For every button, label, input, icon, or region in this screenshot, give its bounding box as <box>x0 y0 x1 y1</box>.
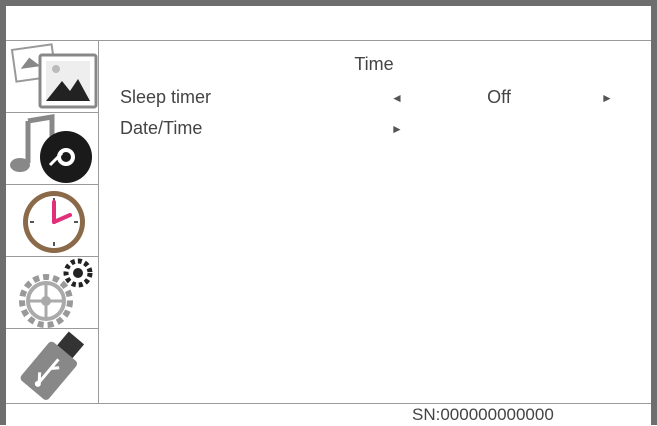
sleep-timer-value: Off <box>487 87 511 107</box>
sidebar-item-clock[interactable] <box>6 185 98 257</box>
top-bar <box>6 6 651 41</box>
photo-icon <box>10 43 98 109</box>
sidebar-item-music[interactable] <box>6 113 98 185</box>
status-bar: SN:000000000000 <box>6 403 651 426</box>
menu-title: Time <box>354 54 394 74</box>
sidebar-item-settings[interactable] <box>6 257 98 329</box>
settings-icon <box>19 258 93 328</box>
sidebar-item-photo[interactable] <box>6 41 98 113</box>
sidebar <box>6 41 99 403</box>
music-icon <box>10 114 92 183</box>
sleep-timer-left-arrow[interactable]: ◄ <box>391 91 403 105</box>
date-time-label: Date/Time <box>120 118 203 138</box>
date-time-arrow[interactable]: ► <box>391 122 403 136</box>
usb-icon <box>20 331 85 400</box>
clock-icon <box>23 191 85 253</box>
main-content: Time Sleep timer ◄ Off ► Date/Time ► <box>99 41 651 403</box>
sleep-timer-label: Sleep timer <box>120 87 212 107</box>
sleep-timer-right-arrow[interactable]: ► <box>601 91 613 105</box>
serial-number: SN:000000000000 <box>412 405 554 424</box>
sidebar-item-usb[interactable] <box>6 329 98 401</box>
